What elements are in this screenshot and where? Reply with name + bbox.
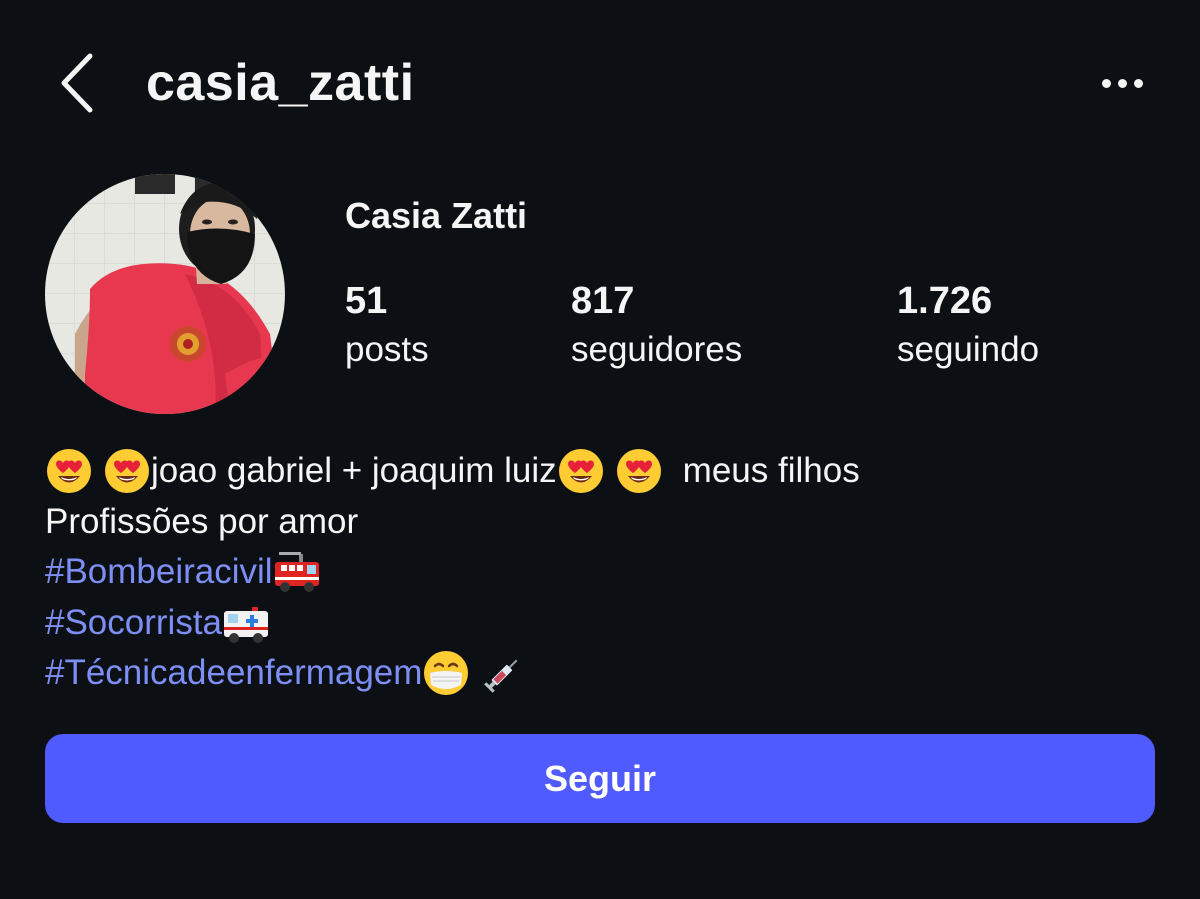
syringe-icon	[484, 659, 518, 694]
more-horizontal-icon	[1101, 78, 1143, 88]
bio: joao gabriel + joaquim luiz meus filhos …	[45, 446, 1155, 699]
avatar[interactable]	[45, 174, 285, 414]
bio-line-1: joao gabriel + joaquim luiz meus filhos	[45, 446, 1155, 497]
bio-line-1-tail: meus filhos	[682, 451, 860, 490]
followers-count: 817	[571, 280, 635, 322]
profile-username: casia_zatti	[146, 54, 415, 112]
following-stat[interactable]: 1.726 seguindo	[897, 276, 1039, 374]
followers-label: seguidores	[571, 330, 743, 369]
profile-page: casia_zatti Casia Zatti 51 posts 817 seg…	[0, 0, 1200, 899]
posts-stat[interactable]: 51 posts	[345, 276, 429, 374]
heart-eyes-icon	[558, 449, 603, 494]
posts-count: 51	[345, 280, 388, 322]
bio-line-3: #Bombeiracivil	[45, 547, 1155, 598]
face-with-medical-mask-icon	[424, 651, 469, 696]
hashtag-link-tecnicadeenfermagem[interactable]: #Técnicadeenfermagem	[45, 648, 422, 699]
heart-eyes-icon	[616, 449, 661, 494]
back-button[interactable]	[56, 50, 100, 116]
heart-eyes-icon	[105, 449, 149, 494]
bio-line-2: Profissões por amor	[45, 497, 1155, 548]
more-options-button[interactable]	[1094, 66, 1150, 100]
ambulance-icon	[224, 606, 269, 643]
fire-engine-icon	[274, 552, 319, 593]
bio-line-1-text: joao gabriel + joaquim luiz	[151, 451, 557, 490]
following-label: seguindo	[897, 330, 1040, 369]
hashtag-link-bombeiracivil[interactable]: #Bombeiracivil	[45, 547, 273, 598]
bio-line-5: #Técnicadeenfermagem	[45, 648, 1155, 699]
profile-photo	[45, 174, 285, 414]
heart-eyes-icon	[47, 449, 91, 494]
bio-line-2-text: Profissões por amor	[45, 501, 359, 541]
follow-button[interactable]: Seguir	[45, 734, 1155, 823]
chevron-left-icon	[61, 53, 93, 113]
hashtag-link-socorrista[interactable]: #Socorrista	[45, 598, 222, 649]
following-count: 1.726	[897, 280, 993, 322]
bio-line-4: #Socorrista	[45, 598, 1155, 649]
posts-label: posts	[345, 330, 429, 369]
display-name: Casia Zatti	[345, 195, 528, 236]
followers-stat[interactable]: 817 seguidores	[571, 276, 742, 374]
